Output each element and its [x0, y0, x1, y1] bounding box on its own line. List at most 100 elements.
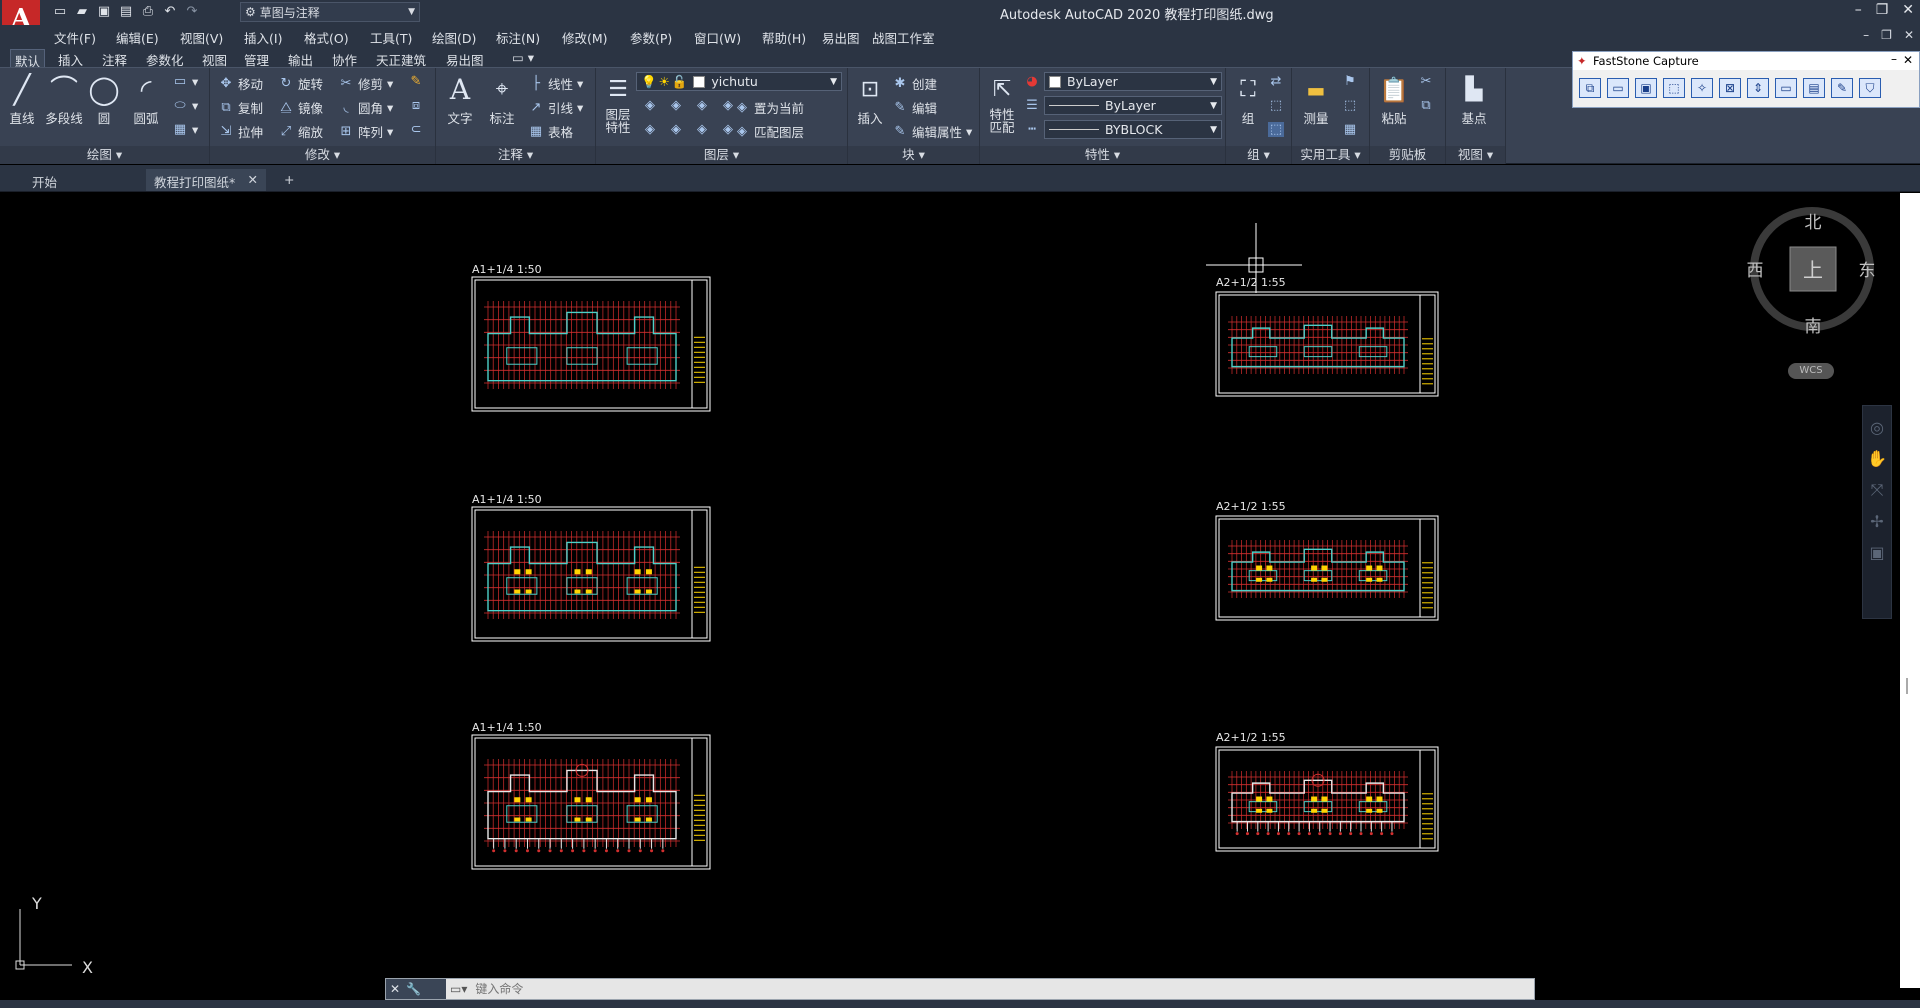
tab-start[interactable]: 开始: [24, 169, 144, 191]
viewcube-north[interactable]: 北: [1805, 213, 1822, 233]
settings-icon[interactable]: ⛉: [1859, 78, 1881, 98]
capture-scroll-icon[interactable]: ⇕: [1747, 78, 1769, 98]
fillet-tool[interactable]: ◟ 圆角 ▾: [338, 98, 393, 117]
menu-draw[interactable]: 绘图(D): [432, 28, 476, 47]
set-current-tool[interactable]: ◈ 置为当前: [734, 98, 804, 117]
save-icon[interactable]: ▣: [96, 4, 112, 20]
create-block-tool[interactable]: ✱ 创建: [892, 74, 937, 93]
panel-view-title[interactable]: 视图 ▾: [1446, 146, 1505, 164]
explode-tool[interactable]: ⊂: [408, 122, 424, 137]
showmotion-icon[interactable]: ▣: [1863, 543, 1891, 562]
group-select-tool[interactable]: ⬚: [1268, 122, 1284, 137]
match-layer-tool[interactable]: ◈ 匹配图层: [734, 122, 804, 141]
hatch-tool[interactable]: ▦ ▾: [172, 122, 198, 137]
print-icon[interactable]: ⎙: [140, 4, 156, 20]
drawing-sheet[interactable]: A1+1/4 1:50: [471, 493, 711, 642]
command-prompt-icon[interactable]: ▭▾: [450, 982, 467, 996]
doc-minimize-button[interactable]: –: [1863, 28, 1869, 42]
lineweight-icon[interactable]: ☰: [1024, 98, 1040, 113]
menu-view[interactable]: 视图(V): [180, 28, 223, 47]
paste-tool[interactable]: 📋 粘贴: [1374, 72, 1414, 127]
undo-icon[interactable]: ↶: [162, 4, 178, 20]
panel-properties-title[interactable]: 特性 ▾: [980, 146, 1225, 164]
save-as-icon[interactable]: ▤: [118, 4, 134, 20]
layer-tool-icon[interactable]: ◈: [642, 98, 658, 113]
panel-clipboard-title[interactable]: 剪贴板: [1370, 146, 1445, 164]
layer-tool-icon[interactable]: ◈: [668, 98, 684, 113]
orbit-icon[interactable]: ✢: [1863, 512, 1891, 531]
linear-tool[interactable]: ├ 线性 ▾: [528, 74, 583, 93]
lineweight-dropdown[interactable]: BYBLOCK ▼: [1044, 120, 1222, 139]
dimension-tool[interactable]: ⌖ 标注: [482, 72, 522, 127]
vertical-scroll-track[interactable]: [1900, 193, 1920, 988]
ellipse-tool[interactable]: ⬭ ▾: [172, 98, 198, 113]
linetype-icon[interactable]: ┅: [1024, 122, 1040, 137]
measure-tool[interactable]: ▬ 测量: [1296, 72, 1336, 127]
minimize-button[interactable]: –: [1855, 2, 1862, 18]
drawing-sheet[interactable]: A2+1/2 1:55: [1215, 731, 1439, 852]
drawing-sheet[interactable]: A1+1/4 1:50: [471, 263, 711, 412]
menu-insert[interactable]: 插入(I): [244, 28, 282, 47]
output-icon[interactable]: ✎: [1831, 78, 1853, 98]
capture-fullscreen-icon[interactable]: ⊠: [1719, 78, 1741, 98]
panel-annotate-title[interactable]: 注释 ▾: [436, 146, 595, 164]
menu-parametric[interactable]: 参数(P): [630, 28, 672, 47]
leader-tool[interactable]: ↗ 引线 ▾: [528, 98, 584, 117]
menu-dimension[interactable]: 标注(N): [496, 28, 540, 47]
group-edit-tool[interactable]: ⬚: [1268, 98, 1284, 113]
close-tab-icon[interactable]: ✕: [248, 172, 258, 187]
layer-tool-icon[interactable]: ◈: [642, 122, 658, 137]
move-tool[interactable]: ✥ 移动: [218, 74, 263, 93]
color-dropdown[interactable]: ByLayer ▼: [1044, 72, 1222, 91]
copy-tool[interactable]: ⧉ 复制: [218, 98, 263, 117]
steering-wheel-icon[interactable]: ◎: [1863, 418, 1891, 437]
wrench-icon[interactable]: 🔧: [406, 982, 421, 996]
menu-modify[interactable]: 修改(M): [562, 28, 608, 47]
capture-window-icon[interactable]: ▭: [1607, 78, 1629, 98]
panel-block-title[interactable]: 块 ▾: [848, 146, 979, 164]
offset-tool[interactable]: ⧈: [408, 98, 424, 113]
menu-help[interactable]: 帮助(H): [762, 28, 806, 47]
quick-select-tool[interactable]: ⚑: [1342, 74, 1358, 89]
record-video-icon[interactable]: ▤: [1803, 78, 1825, 98]
panel-modify-title[interactable]: 修改 ▾: [210, 146, 435, 164]
viewcube-south[interactable]: 南: [1805, 317, 1822, 337]
rectangle-tool[interactable]: ▭ ▾: [172, 74, 198, 89]
tab-drawing[interactable]: 教程打印图纸* ✕: [146, 169, 266, 191]
viewcube[interactable]: 上 北 南 东 西: [1738, 205, 1882, 355]
wcs-menu[interactable]: WCS: [1788, 363, 1834, 379]
polyline-tool[interactable]: ⌒ 多段线: [42, 72, 86, 127]
new-file-icon[interactable]: ▭: [52, 4, 68, 20]
capture-freehand-icon[interactable]: ✧: [1691, 78, 1713, 98]
match-properties-tool[interactable]: ⇱ 特性 匹配: [982, 72, 1022, 134]
layer-tool-icon[interactable]: ◈: [694, 98, 710, 113]
menu-edit[interactable]: 编辑(E): [116, 28, 159, 47]
viewcube-east[interactable]: 东: [1859, 261, 1876, 281]
calculator-tool[interactable]: ▦: [1342, 122, 1358, 137]
layer-tool-icon[interactable]: ◈: [668, 122, 684, 137]
doc-close-button[interactable]: ✕: [1904, 28, 1914, 42]
menu-format[interactable]: 格式(O): [304, 28, 349, 47]
insert-block-tool[interactable]: ⊡ 插入: [850, 72, 890, 127]
drawing-canvas[interactable]: A1+1/4 1:50 A1+1/4 1:50 A1+1/4 1:50 A2+1/2 …: [0, 193, 1900, 988]
edit-block-tool[interactable]: ✎ 编辑: [892, 98, 937, 117]
drawing-sheet[interactable]: A2+1/2 1:55: [1215, 500, 1439, 621]
menu-tools[interactable]: 工具(T): [370, 28, 412, 47]
ungroup-tool[interactable]: ⇄: [1268, 74, 1284, 89]
new-tab-button[interactable]: +: [276, 169, 302, 191]
panel-draw-title[interactable]: 绘图 ▾: [0, 146, 209, 164]
scale-tool[interactable]: ⤢ 缩放: [278, 122, 323, 141]
cut-tool[interactable]: ✂: [1418, 74, 1434, 89]
copy-clip-tool[interactable]: ⧉: [1418, 98, 1434, 113]
command-input[interactable]: [467, 982, 1534, 996]
array-tool[interactable]: ⊞ 阵列 ▾: [338, 122, 394, 141]
zoom-icon[interactable]: ⤧: [1863, 480, 1891, 500]
open-icon[interactable]: ⧉: [1579, 78, 1601, 98]
open-folder-icon[interactable]: ▰: [74, 4, 90, 20]
arc-tool[interactable]: ◜ 圆弧: [126, 72, 166, 127]
viewcube-top[interactable]: 上: [1803, 258, 1823, 282]
panel-layers-title[interactable]: 图层 ▾: [596, 146, 847, 164]
layer-tool-icon[interactable]: ◈: [694, 122, 710, 137]
pan-icon[interactable]: ✋: [1863, 449, 1891, 468]
layer-properties-tool[interactable]: ☰ 图层 特性: [598, 72, 638, 134]
